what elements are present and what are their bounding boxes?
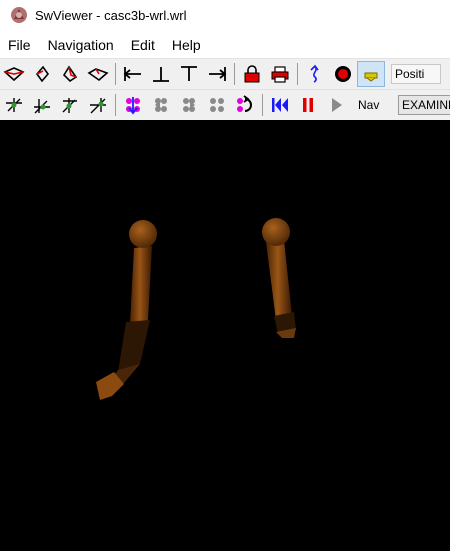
scene-viewport[interactable] — [0, 120, 450, 551]
right-arm-model — [262, 218, 296, 338]
align-left-button[interactable] — [119, 61, 147, 87]
axis-xz-button[interactable] — [28, 92, 56, 118]
lock-icon — [244, 65, 260, 83]
menu-help[interactable]: Help — [164, 37, 210, 53]
toolbar-separator — [115, 94, 116, 116]
step-pair-icon — [210, 98, 224, 112]
reset-step-icon — [237, 95, 252, 112]
toolbar-separator — [234, 63, 235, 85]
view-rotate-right-button[interactable] — [56, 61, 84, 87]
navigate-pointer-icon — [310, 64, 319, 83]
view-rotate-left-icon — [35, 65, 50, 83]
axis-xy-icon — [6, 98, 22, 112]
menu-file[interactable]: File — [0, 37, 40, 53]
lock-button[interactable] — [238, 61, 266, 87]
print-lock-button[interactable] — [266, 61, 294, 87]
reset-step-button[interactable] — [231, 92, 259, 118]
align-right-icon — [209, 67, 227, 81]
print-lock-icon — [271, 66, 289, 83]
record-icon — [335, 66, 351, 82]
step-forward-button[interactable] — [175, 92, 203, 118]
menu-edit[interactable]: Edit — [123, 37, 164, 53]
step-marker-button[interactable] — [119, 92, 147, 118]
headlight-button[interactable] — [357, 61, 385, 87]
position-field[interactable]: Positi — [391, 64, 441, 84]
view-front-icon — [3, 67, 25, 82]
toolbar-separator — [262, 94, 263, 116]
axis-xz-icon — [34, 99, 50, 114]
axis-yz-icon — [62, 98, 77, 113]
toolbar-separator — [297, 63, 298, 85]
axis-yz-button[interactable] — [56, 92, 84, 118]
axis-xy-button[interactable] — [0, 92, 28, 118]
step-forward-icon — [183, 98, 195, 112]
title-bar: SwViewer - casc3b-wrl.wrl — [0, 0, 450, 30]
step-marker-icon — [126, 97, 140, 115]
align-left-icon — [123, 67, 141, 81]
scene-canvas — [96, 218, 296, 400]
view-top-button[interactable] — [84, 61, 112, 87]
view-front-button[interactable] — [0, 61, 28, 87]
menu-bar: File Navigation Edit Help — [0, 33, 450, 57]
step-back-button[interactable] — [147, 92, 175, 118]
view-rotate-left-button[interactable] — [28, 61, 56, 87]
swviewer-app-icon — [11, 7, 27, 23]
menu-navigation[interactable]: Navigation — [40, 37, 123, 53]
align-bottom-button[interactable] — [147, 61, 175, 87]
nav-mode-select[interactable]: EXAMINE — [398, 95, 450, 115]
toolbar-view: Positi — [0, 58, 450, 89]
view-top-icon — [87, 68, 109, 82]
window-title: SwViewer - casc3b-wrl.wrl — [35, 7, 187, 23]
headlight-icon — [364, 72, 378, 82]
toolbar-animation: Nav EXAMINE — [0, 89, 450, 120]
play-icon — [332, 98, 342, 112]
pause-icon — [303, 98, 313, 112]
navigate-pointer-button[interactable] — [301, 61, 329, 87]
rewind-icon — [272, 98, 288, 112]
axis-free-button[interactable] — [84, 92, 112, 118]
nav-label: Nav — [354, 95, 396, 115]
left-arm-model — [96, 220, 157, 400]
step-pair-button[interactable] — [203, 92, 231, 118]
record-button[interactable] — [329, 61, 357, 87]
pause-button[interactable] — [294, 92, 322, 118]
align-right-button[interactable] — [203, 61, 231, 87]
rewind-button[interactable] — [266, 92, 294, 118]
step-back-icon — [155, 98, 167, 112]
view-rotate-right-icon — [62, 65, 78, 83]
align-top-button[interactable] — [175, 61, 203, 87]
align-bottom-icon — [153, 67, 169, 82]
align-top-icon — [181, 66, 197, 81]
axis-free-icon — [90, 98, 106, 114]
toolbar-separator — [115, 63, 116, 85]
play-button[interactable] — [322, 92, 350, 118]
